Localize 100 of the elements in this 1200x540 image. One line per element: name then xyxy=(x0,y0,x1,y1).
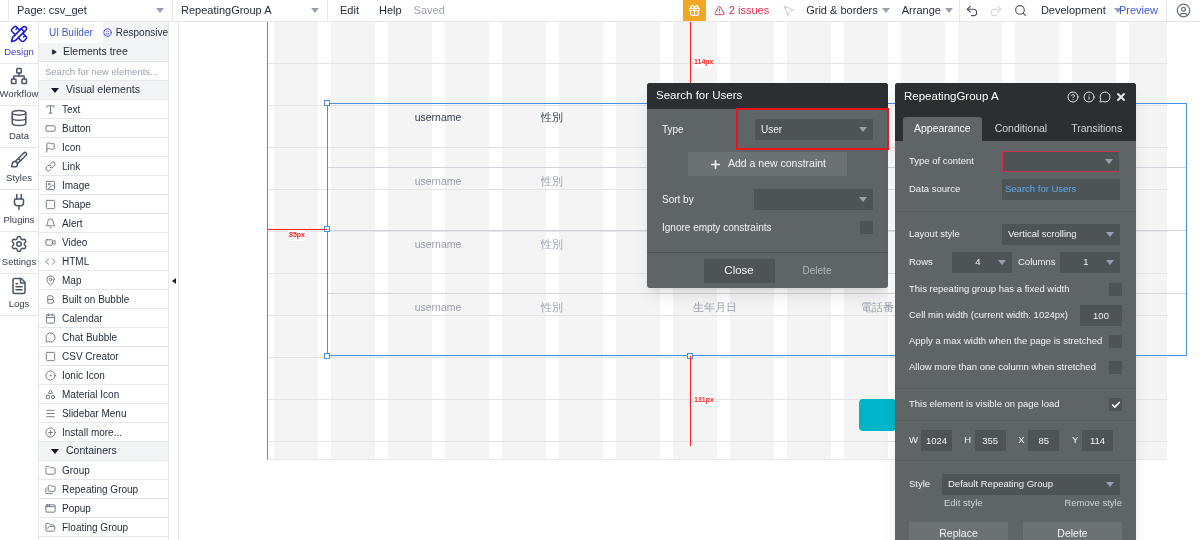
geometry-field[interactable]: 114 xyxy=(1082,430,1113,451)
list-item[interactable]: Group xyxy=(39,461,168,480)
close-icon[interactable] xyxy=(1115,91,1127,103)
close-button[interactable]: Close xyxy=(703,258,775,283)
list-item[interactable]: Popup xyxy=(39,499,168,518)
resize-handle[interactable] xyxy=(324,100,330,106)
comment-icon[interactable] xyxy=(1099,91,1111,103)
geometry-field[interactable]: 1024 xyxy=(920,430,952,451)
list-item[interactable]: Repeating Group xyxy=(39,480,168,499)
list-item[interactable]: CSV Creator xyxy=(39,347,168,366)
list-item[interactable]: Floating Group xyxy=(39,518,168,537)
geometry-field[interactable]: 85 xyxy=(1028,430,1060,451)
panel-tab[interactable]: Transitions xyxy=(1060,117,1134,141)
element-dropdown[interactable]: RepeatingGroup A xyxy=(173,0,328,21)
elements-tree-header[interactable]: Elements tree xyxy=(39,43,168,62)
checkbox[interactable] xyxy=(1109,398,1122,411)
list-item[interactable]: Map xyxy=(39,271,168,290)
section-header[interactable]: Containers xyxy=(39,442,168,461)
element-label: Material Icon xyxy=(62,387,120,402)
window-icon xyxy=(45,502,56,514)
list-item[interactable]: Slidebar Menu xyxy=(39,404,168,423)
menu-item[interactable]: Edit xyxy=(332,2,367,19)
field-label: Sort by xyxy=(662,192,695,207)
rows-dropdown[interactable]: 4 xyxy=(952,251,1012,273)
avatar-icon[interactable] xyxy=(1176,3,1191,18)
cell-text: 性別 xyxy=(540,110,564,125)
list-item[interactable]: Material Icon xyxy=(39,385,168,404)
caret-icon xyxy=(859,196,867,202)
resize-handle[interactable] xyxy=(324,353,330,359)
rail-tab[interactable]: Design xyxy=(0,22,38,64)
element-label: Button xyxy=(62,121,91,136)
list-item[interactable]: Calendar xyxy=(39,309,168,328)
builder-tab[interactable]: Responsive xyxy=(102,22,168,43)
caret-icon xyxy=(859,126,867,132)
environment-dropdown[interactable]: Development xyxy=(1032,2,1111,19)
edit-style-link[interactable]: Edit style xyxy=(944,496,983,511)
cell-text: 電話番 xyxy=(861,300,895,315)
rail-tab[interactable]: Settings xyxy=(0,232,38,274)
plus-icon xyxy=(708,157,722,171)
triangle-icon xyxy=(51,49,57,55)
list-item[interactable]: Chat Bubble xyxy=(39,328,168,347)
resize-handle[interactable] xyxy=(324,226,330,232)
list-item[interactable]: HTML xyxy=(39,252,168,271)
list-item[interactable]: Video xyxy=(39,233,168,252)
menu-item[interactable]: Help xyxy=(370,2,410,19)
rail-tab[interactable]: Workflow xyxy=(0,64,38,106)
page-dropdown[interactable]: Page: csv_get xyxy=(8,0,173,21)
geometry-field[interactable]: 355 xyxy=(974,430,1006,451)
element-label: Icon xyxy=(62,140,81,155)
letter-t-icon xyxy=(45,103,56,115)
type-dropdown[interactable]: User xyxy=(755,118,873,140)
element-label: Floating Group xyxy=(62,520,129,535)
field-label: X xyxy=(1017,433,1026,448)
list-item[interactable]: Link xyxy=(39,157,168,176)
layout-style-dropdown[interactable]: Vertical scrolling xyxy=(1002,223,1120,245)
flag-icon xyxy=(45,141,56,153)
list-item[interactable]: Shape xyxy=(39,195,168,214)
number-field[interactable]: 100 xyxy=(1080,304,1122,326)
element-label: CSV Creator xyxy=(62,349,119,364)
calendar-icon xyxy=(45,312,56,324)
gift-button[interactable] xyxy=(682,0,706,21)
list-item[interactable]: Icon xyxy=(39,138,168,157)
remove-style-link[interactable]: Remove style xyxy=(1064,496,1122,511)
rail-tab[interactable]: Data xyxy=(0,106,38,148)
rail-tab[interactable]: Plugins xyxy=(0,190,38,232)
folder-icon xyxy=(45,464,56,476)
grid-borders-dropdown[interactable]: Grid & borders xyxy=(800,2,896,19)
list-item[interactable]: Ionic Icon xyxy=(39,366,168,385)
rail-tab[interactable]: Styles xyxy=(0,148,38,190)
warning-icon xyxy=(713,5,725,16)
list-item[interactable]: Built on Bubble xyxy=(39,290,168,309)
preview-link[interactable]: Preview xyxy=(1110,0,1167,21)
list-item[interactable]: Button xyxy=(39,119,168,138)
search-field[interactable]: Search for new elements... xyxy=(39,62,168,81)
rail-tab[interactable]: Logs xyxy=(0,274,38,316)
info-icon[interactable] xyxy=(1083,91,1095,103)
option-label: Cell min width (current width: 1024px) xyxy=(909,307,1068,322)
columns-dropdown[interactable]: 1 xyxy=(1060,251,1120,273)
add-constraint-button[interactable]: Add a new constraint xyxy=(688,152,847,176)
option-label: This repeating group has a fixed width xyxy=(909,281,1070,296)
list-item[interactable]: Image xyxy=(39,176,168,195)
style-dropdown[interactable]: Default Repeating Group xyxy=(942,474,1120,495)
panel-button[interactable]: Delete xyxy=(1023,522,1122,540)
document-icon xyxy=(10,277,28,296)
issues-button[interactable]: 2 issues xyxy=(705,2,778,19)
arrange-dropdown[interactable]: Arrange xyxy=(895,0,960,21)
section-header[interactable]: Visual elements xyxy=(39,81,168,100)
list-item[interactable]: Alert xyxy=(39,214,168,233)
field-label: H xyxy=(963,433,972,448)
list-item[interactable]: Text xyxy=(39,100,168,119)
search-icon[interactable] xyxy=(1013,4,1027,17)
caret-icon xyxy=(881,8,890,13)
panel-tab[interactable]: Appearance xyxy=(903,117,982,141)
help-icon[interactable] xyxy=(1067,91,1079,103)
panel-tab[interactable]: Conditional xyxy=(983,117,1059,141)
undo-icon[interactable] xyxy=(964,3,979,18)
resize-handle[interactable] xyxy=(687,353,693,359)
page-button-element xyxy=(859,399,896,431)
element-label: Chat Bubble xyxy=(62,330,118,345)
panel-button[interactable]: Replace xyxy=(909,522,1008,540)
